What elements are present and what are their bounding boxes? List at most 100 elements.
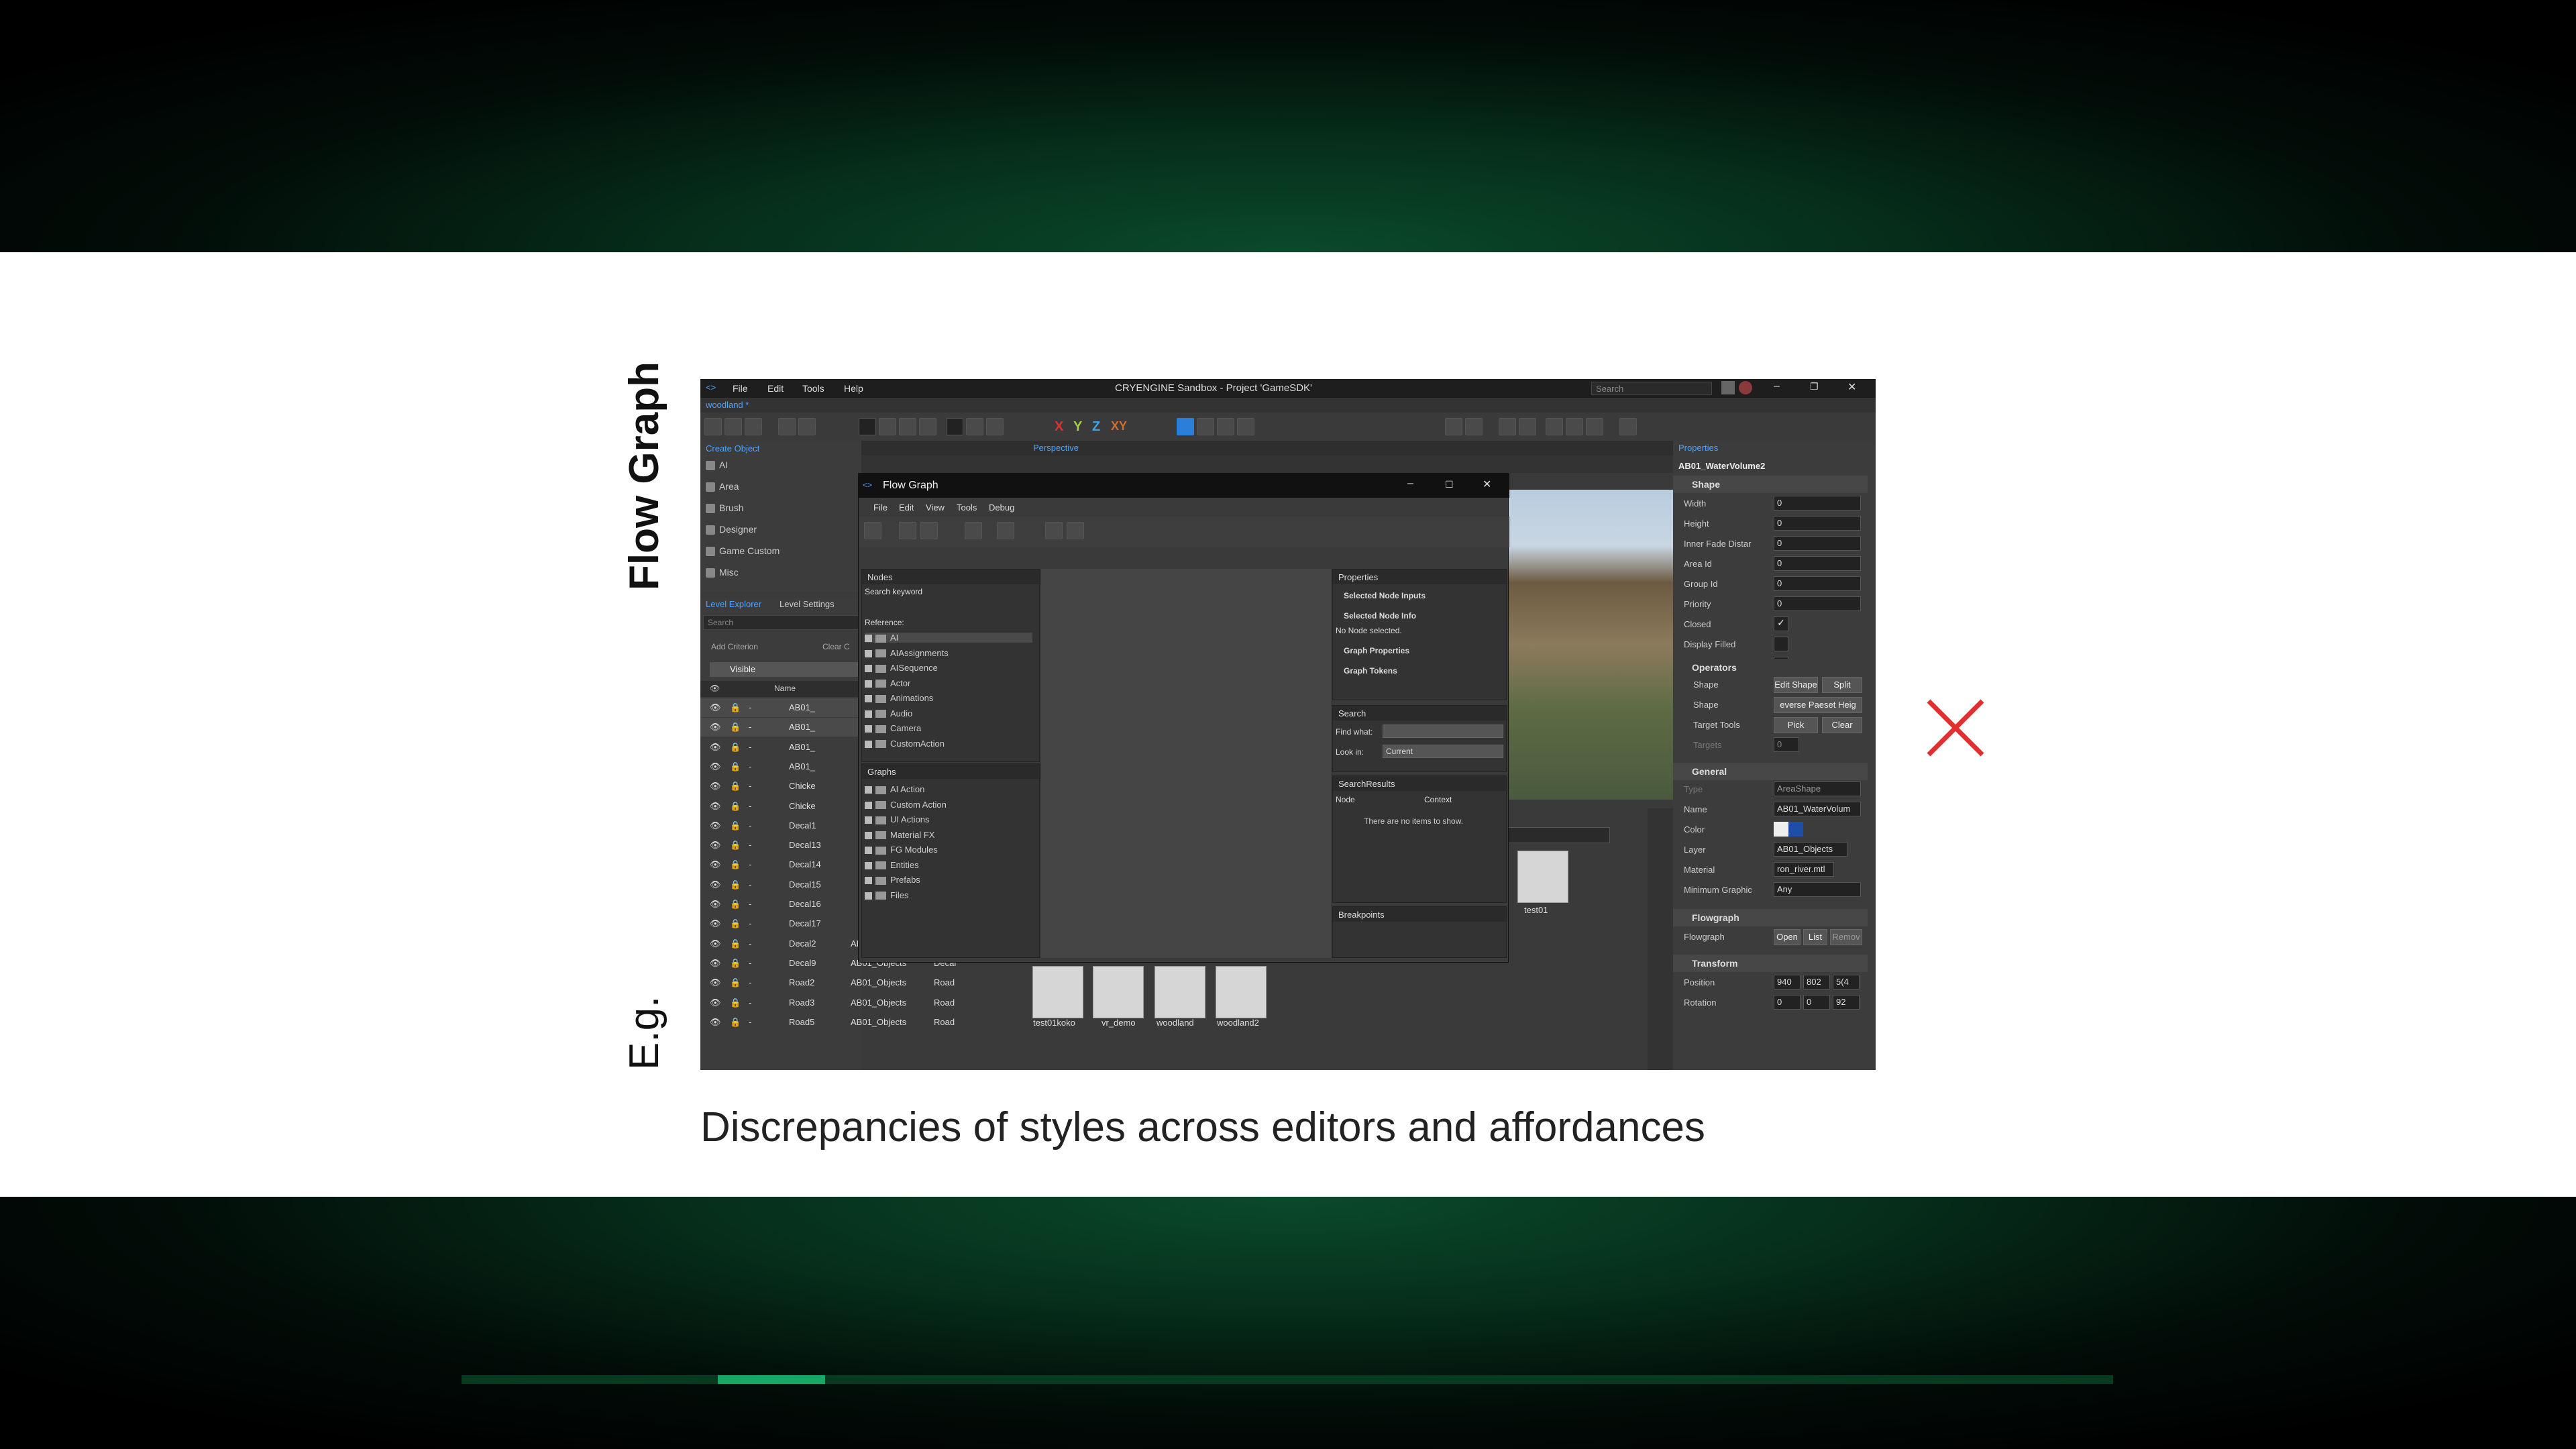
viewport-render[interactable] <box>1499 490 1703 800</box>
eye-icon[interactable]: 👁 <box>710 958 721 969</box>
lock-icon[interactable] <box>1619 418 1637 435</box>
thumb-woodland[interactable] <box>1155 966 1205 1018</box>
physics-icon[interactable] <box>1566 418 1583 435</box>
eye-icon[interactable]: 👁 <box>710 859 721 870</box>
fg-graph-item[interactable]: FG Modules <box>865 845 938 855</box>
snap-normal-icon[interactable] <box>1197 418 1214 435</box>
shape-section-header[interactable]: Shape <box>1673 476 1868 493</box>
level-row[interactable]: 👁 🔒 - Chicke <box>700 777 865 796</box>
scale-icon[interactable] <box>919 418 936 435</box>
expand-icon[interactable] <box>865 847 872 855</box>
lock-icon[interactable]: 🔒 <box>730 742 741 753</box>
fg-close-icon[interactable]: ✕ <box>1483 478 1491 491</box>
grid-icon[interactable] <box>1499 418 1516 435</box>
lock-icon[interactable]: 🔒 <box>730 761 741 772</box>
expand-icon[interactable] <box>865 786 872 794</box>
position-y[interactable]: 802 <box>1803 975 1830 989</box>
select-icon[interactable] <box>859 418 876 435</box>
fg-menu-tools[interactable]: Tools <box>957 502 977 513</box>
expand-icon[interactable] <box>865 877 872 885</box>
fg-node-item[interactable]: Actor <box>865 678 910 688</box>
flowgraph-section-header[interactable]: Flowgraph <box>1673 909 1868 926</box>
lock-icon[interactable]: 🔒 <box>730 702 741 713</box>
level-row[interactable]: 👁 🔒 - AB01_ <box>700 698 865 717</box>
fg-graph-item[interactable]: Files <box>865 890 908 900</box>
eye-icon[interactable]: 👁 <box>710 998 721 1008</box>
eye-icon[interactable]: 👁 <box>710 977 721 988</box>
expand-icon[interactable] <box>865 680 872 688</box>
thumb-woodland2[interactable] <box>1216 966 1267 1018</box>
visible-filter[interactable]: Visible <box>710 662 859 677</box>
open-icon[interactable] <box>724 418 742 435</box>
fg-menu-edit[interactable]: Edit <box>899 502 914 513</box>
ai-debug-icon[interactable] <box>1445 418 1462 435</box>
restore-icon[interactable]: ❐ <box>1810 381 1819 392</box>
rotation-z[interactable]: 92 <box>1833 995 1860 1010</box>
settings-icon[interactable] <box>1586 418 1603 435</box>
lock-icon[interactable]: 🔒 <box>730 998 741 1008</box>
reverse-preset-button[interactable]: everse Paeset Heig <box>1774 697 1862 713</box>
expand-icon[interactable] <box>865 635 872 643</box>
level-search-input[interactable]: Search <box>703 615 859 630</box>
menu-tools[interactable]: Tools <box>802 383 824 394</box>
fg-node-item[interactable]: AI <box>865 633 1032 643</box>
tab-level-settings[interactable]: Level Settings <box>780 599 835 609</box>
min-graphic-select[interactable]: Any <box>1774 882 1861 897</box>
snap-object-icon[interactable] <box>1217 418 1234 435</box>
redo-icon[interactable] <box>798 418 816 435</box>
create-area[interactable]: Area <box>706 481 739 492</box>
avatar[interactable] <box>1739 381 1752 394</box>
eye-icon[interactable]: 👁 <box>710 702 721 713</box>
fg-graph-item[interactable]: Custom Action <box>865 800 947 810</box>
split-button[interactable]: Split <box>1822 677 1862 693</box>
property-value[interactable]: 0 <box>1774 596 1861 611</box>
flowgraph-list-button[interactable]: List <box>1803 929 1827 945</box>
col-context[interactable]: Context <box>1424 795 1452 804</box>
fg-menu-file[interactable]: File <box>873 502 888 513</box>
snap-vertex-icon[interactable] <box>1237 418 1254 435</box>
eye-icon[interactable]: 👁 <box>710 781 721 792</box>
select-area-icon[interactable] <box>1519 418 1536 435</box>
color-swatch[interactable] <box>1774 822 1803 837</box>
fg-search-keyword[interactable]: Search keyword <box>865 587 922 596</box>
global-search-input[interactable]: Search <box>1591 382 1712 395</box>
level-row[interactable]: 👁🔒-Decal2AB01_ObjectsDecal <box>700 934 956 953</box>
lock-icon[interactable]: 🔒 <box>730 958 741 969</box>
expand-icon[interactable] <box>865 710 872 718</box>
lock-icon[interactable]: 🔒 <box>730 918 741 929</box>
look-in-select[interactable]: Current <box>1383 745 1503 758</box>
general-section-header[interactable]: General <box>1673 763 1868 780</box>
create-game-custom[interactable]: Game Custom <box>706 545 780 557</box>
expand-icon[interactable] <box>865 725 872 733</box>
pick-button[interactable]: Pick <box>1774 717 1818 733</box>
fg-node-item[interactable]: Camera <box>865 723 921 733</box>
fg-maximize-icon[interactable]: ☐ <box>1445 479 1454 490</box>
fg-node-item[interactable]: AISequence <box>865 663 938 673</box>
perspective-tab[interactable]: Perspective <box>1033 443 1079 453</box>
menu-file[interactable]: File <box>733 383 748 394</box>
snap-angle-icon[interactable] <box>986 418 1004 435</box>
graph-tokens[interactable]: Graph Tokens <box>1344 666 1397 676</box>
new-icon[interactable] <box>704 418 722 435</box>
close-icon[interactable]: ✕ <box>1847 380 1856 394</box>
eye-icon[interactable]: 👁 <box>710 918 721 929</box>
lock-icon[interactable]: 🔒 <box>730 859 741 870</box>
lock-icon[interactable]: 🔒 <box>730 840 741 851</box>
fg-undo-icon[interactable] <box>899 522 916 539</box>
rotate-icon[interactable] <box>899 418 916 435</box>
lock-icon[interactable]: 🔒 <box>730 781 741 792</box>
create-brush[interactable]: Brush <box>706 502 744 514</box>
lock-icon[interactable]: 🔒 <box>730 938 741 949</box>
create-misc[interactable]: Misc <box>706 567 739 578</box>
level-row[interactable]: 👁 🔒 - Decal9 AB01_Objects Decal <box>700 954 956 973</box>
fg-play-icon[interactable] <box>864 522 881 539</box>
lock-icon[interactable]: 🔒 <box>730 977 741 988</box>
fg-node-item[interactable]: Audio <box>865 708 912 718</box>
axis-x-icon[interactable]: X <box>1055 419 1063 435</box>
add-criterion-button[interactable]: Add Criterion <box>711 642 758 651</box>
transform-section-header[interactable]: Transform <box>1673 955 1868 972</box>
terrain-snap-icon[interactable] <box>1177 418 1194 435</box>
flowgraph-open-button[interactable]: Open <box>1774 929 1801 945</box>
eye-icon[interactable]: 👁 <box>710 801 721 812</box>
link-icon[interactable] <box>1546 418 1563 435</box>
